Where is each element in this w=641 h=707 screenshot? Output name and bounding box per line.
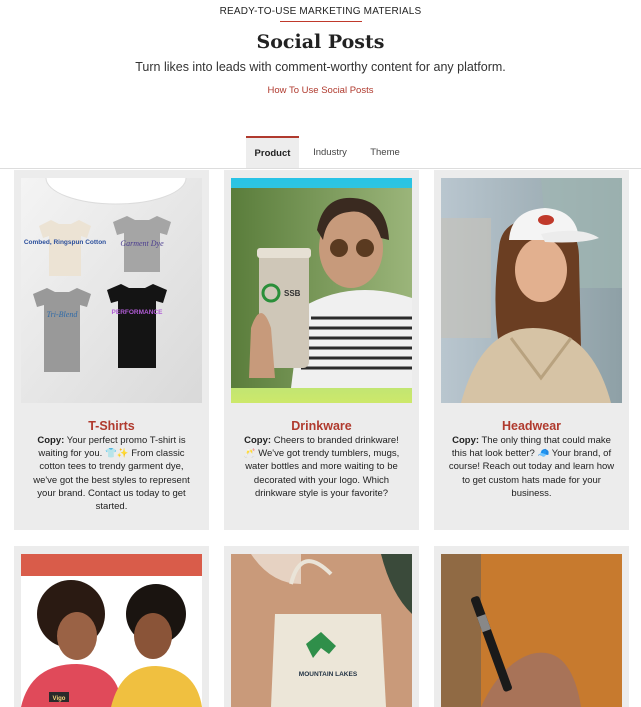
copy-label: Copy: [37, 435, 65, 446]
copy-label: Copy: [452, 435, 480, 446]
card-tote-bag[interactable]: MOUNTAIN LAKES [224, 546, 419, 707]
tab-product[interactable]: Product [246, 136, 299, 169]
tshirt-label-triblend: Tri-Blend [47, 310, 79, 319]
tumbler-logo-text: SSB [284, 289, 301, 298]
page-title: Social Posts [256, 31, 385, 53]
tshirt-label-garment-dye: Garment Dye [120, 239, 164, 248]
card-title: Headwear [501, 419, 562, 433]
tab-theme[interactable]: Theme [362, 136, 408, 169]
shirt-badge-text: Vigo [53, 696, 66, 702]
card-pen[interactable] [434, 546, 629, 707]
eyebrow-underline [280, 21, 362, 22]
card-copy: Copy: Cheers to branded drinkware! 🥂 We'… [237, 434, 406, 500]
copy-label: Copy: [244, 435, 272, 446]
card-copy: Copy: Your perfect promo T-shirt is wait… [27, 434, 196, 513]
tab-industry[interactable]: Industry [305, 136, 355, 169]
tshirt-label-performance: PERFORMANCE [112, 309, 164, 316]
copy-text: Your perfect promo T-shirt is waiting fo… [33, 435, 190, 513]
card-tshirts[interactable]: Combed, Ringspun Cotton Garment Dye Tri-… [14, 170, 209, 530]
card-apparel-couple[interactable]: Vigo [14, 546, 209, 707]
tshirts-image[interactable]: Combed, Ringspun Cotton Garment Dye Tri-… [21, 178, 202, 403]
card-headwear[interactable]: Headwear Copy: The only thing that could… [434, 170, 629, 530]
headwear-image[interactable] [441, 178, 622, 403]
tote-bag-image[interactable]: MOUNTAIN LAKES [231, 554, 412, 707]
card-title: Drinkware [291, 419, 352, 433]
tabs-divider [0, 168, 641, 169]
card-copy: Copy: The only thing that could make thi… [447, 434, 616, 500]
apparel-couple-image[interactable]: Vigo [21, 554, 202, 707]
tote-bag-text: MOUNTAIN LAKES [299, 671, 358, 678]
card-title: T-Shirts [88, 419, 135, 433]
tshirt-label-cotton: Combed, Ringspun Cotton [24, 239, 106, 246]
eyebrow-text: READY-TO-USE MARKETING MATERIALS [219, 6, 422, 17]
card-drinkware[interactable]: SSB Drinkware Copy: Cheers to branded dr… [224, 170, 419, 530]
how-to-link[interactable]: How To Use Social Posts [0, 85, 641, 96]
pen-image[interactable] [441, 554, 622, 707]
drinkware-image[interactable]: SSB [231, 178, 412, 403]
page-subtitle: Turn likes into leads with comment-worth… [135, 60, 506, 74]
